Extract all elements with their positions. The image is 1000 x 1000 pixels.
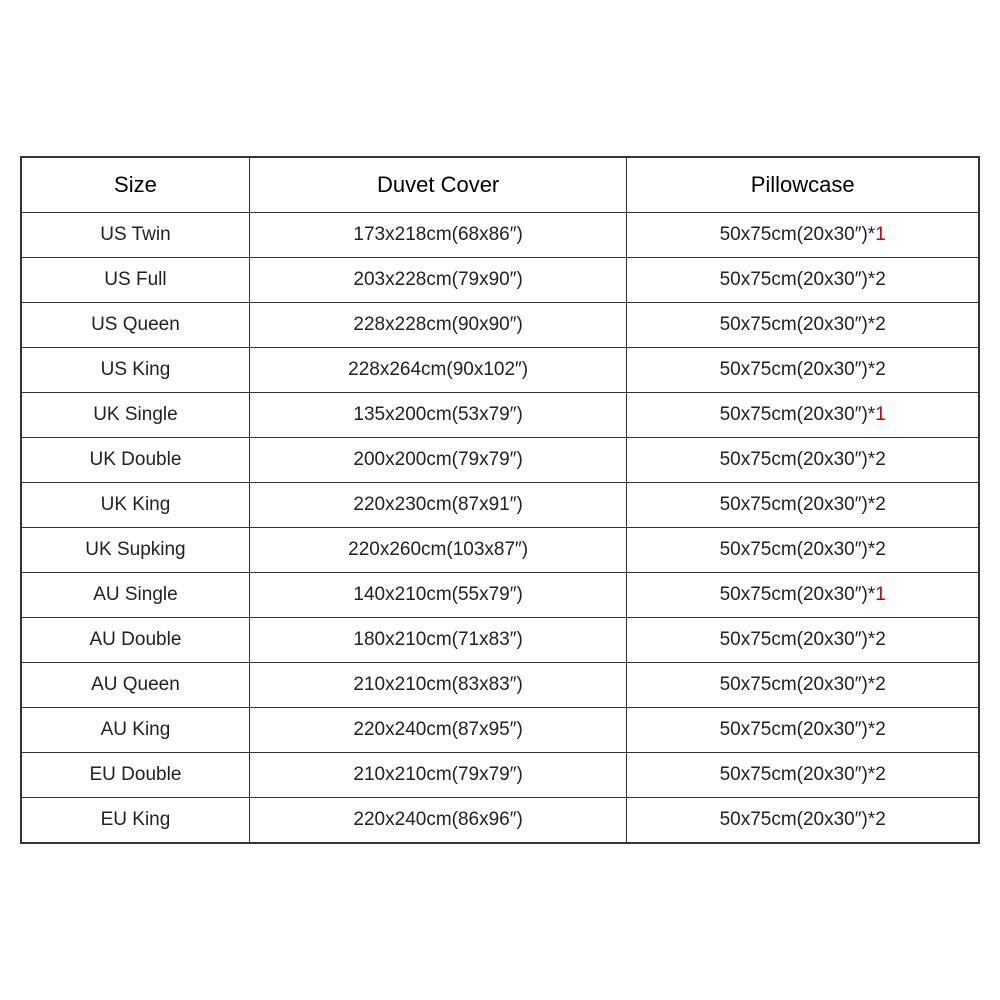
table-row: UK King220x230cm(87x91″)50x75cm(20x30″)*… [22, 483, 979, 528]
cell-duvet: 210x210cm(79x79″) [249, 753, 626, 798]
cell-size: UK King [22, 483, 250, 528]
cell-duvet: 220x240cm(86x96″) [249, 798, 626, 843]
cell-size: AU Single [22, 573, 250, 618]
cell-size: UK Single [22, 393, 250, 438]
cell-pillow: 50x75cm(20x30″)*1 [627, 573, 979, 618]
cell-pillow: 50x75cm(20x30″)*2 [627, 798, 979, 843]
cell-pillow: 50x75cm(20x30″)*2 [627, 753, 979, 798]
cell-size: UK Supking [22, 528, 250, 573]
pillow-base-text: 50x75cm(20x30″)* [720, 404, 876, 425]
cell-pillow: 50x75cm(20x30″)*2 [627, 528, 979, 573]
pillow-count-red: 1 [875, 404, 886, 425]
cell-duvet: 228x228cm(90x90″) [249, 303, 626, 348]
cell-pillow: 50x75cm(20x30″)*2 [627, 618, 979, 663]
cell-duvet: 200x200cm(79x79″) [249, 438, 626, 483]
header-pillow: Pillowcase [627, 158, 979, 213]
cell-pillow: 50x75cm(20x30″)*2 [627, 258, 979, 303]
header-duvet: Duvet Cover [249, 158, 626, 213]
cell-duvet: 180x210cm(71x83″) [249, 618, 626, 663]
cell-size: US Twin [22, 213, 250, 258]
pillow-count-red: 1 [875, 224, 886, 245]
table-row: UK Supking220x260cm(103x87″)50x75cm(20x3… [22, 528, 979, 573]
cell-size: US Full [22, 258, 250, 303]
table-row: US Twin173x218cm(68x86″)50x75cm(20x30″)*… [22, 213, 979, 258]
pillow-count-red: 1 [875, 584, 886, 605]
cell-duvet: 210x210cm(83x83″) [249, 663, 626, 708]
pillow-base-text: 50x75cm(20x30″)* [720, 584, 876, 605]
cell-size: US Queen [22, 303, 250, 348]
table-row: UK Single135x200cm(53x79″)50x75cm(20x30″… [22, 393, 979, 438]
cell-pillow: 50x75cm(20x30″)*2 [627, 438, 979, 483]
cell-duvet: 135x200cm(53x79″) [249, 393, 626, 438]
table-header-row: Size Duvet Cover Pillowcase [22, 158, 979, 213]
cell-duvet: 220x260cm(103x87″) [249, 528, 626, 573]
pillow-base-text: 50x75cm(20x30″)* [720, 224, 876, 245]
cell-duvet: 220x230cm(87x91″) [249, 483, 626, 528]
table-row: AU Single140x210cm(55x79″)50x75cm(20x30″… [22, 573, 979, 618]
cell-size: AU King [22, 708, 250, 753]
table-row: AU Queen210x210cm(83x83″)50x75cm(20x30″)… [22, 663, 979, 708]
cell-duvet: 228x264cm(90x102″) [249, 348, 626, 393]
size-chart-wrapper: Size Duvet Cover Pillowcase US Twin173x2… [20, 156, 980, 844]
cell-size: EU Double [22, 753, 250, 798]
cell-pillow: 50x75cm(20x30″)*2 [627, 303, 979, 348]
size-chart-table: Size Duvet Cover Pillowcase US Twin173x2… [21, 157, 979, 843]
cell-pillow: 50x75cm(20x30″)*2 [627, 708, 979, 753]
cell-duvet: 173x218cm(68x86″) [249, 213, 626, 258]
cell-size: AU Queen [22, 663, 250, 708]
cell-size: AU Double [22, 618, 250, 663]
table-row: AU King220x240cm(87x95″)50x75cm(20x30″)*… [22, 708, 979, 753]
cell-size: US King [22, 348, 250, 393]
cell-duvet: 220x240cm(87x95″) [249, 708, 626, 753]
table-row: EU King220x240cm(86x96″)50x75cm(20x30″)*… [22, 798, 979, 843]
cell-pillow: 50x75cm(20x30″)*2 [627, 348, 979, 393]
table-row: AU Double180x210cm(71x83″)50x75cm(20x30″… [22, 618, 979, 663]
table-row: EU Double210x210cm(79x79″)50x75cm(20x30″… [22, 753, 979, 798]
table-row: US Queen228x228cm(90x90″)50x75cm(20x30″)… [22, 303, 979, 348]
table-row: US Full203x228cm(79x90″)50x75cm(20x30″)*… [22, 258, 979, 303]
cell-pillow: 50x75cm(20x30″)*2 [627, 663, 979, 708]
table-row: UK Double200x200cm(79x79″)50x75cm(20x30″… [22, 438, 979, 483]
cell-size: EU King [22, 798, 250, 843]
cell-size: UK Double [22, 438, 250, 483]
cell-duvet: 203x228cm(79x90″) [249, 258, 626, 303]
header-size: Size [22, 158, 250, 213]
cell-pillow: 50x75cm(20x30″)*2 [627, 483, 979, 528]
cell-pillow: 50x75cm(20x30″)*1 [627, 393, 979, 438]
cell-duvet: 140x210cm(55x79″) [249, 573, 626, 618]
cell-pillow: 50x75cm(20x30″)*1 [627, 213, 979, 258]
table-row: US King228x264cm(90x102″)50x75cm(20x30″)… [22, 348, 979, 393]
